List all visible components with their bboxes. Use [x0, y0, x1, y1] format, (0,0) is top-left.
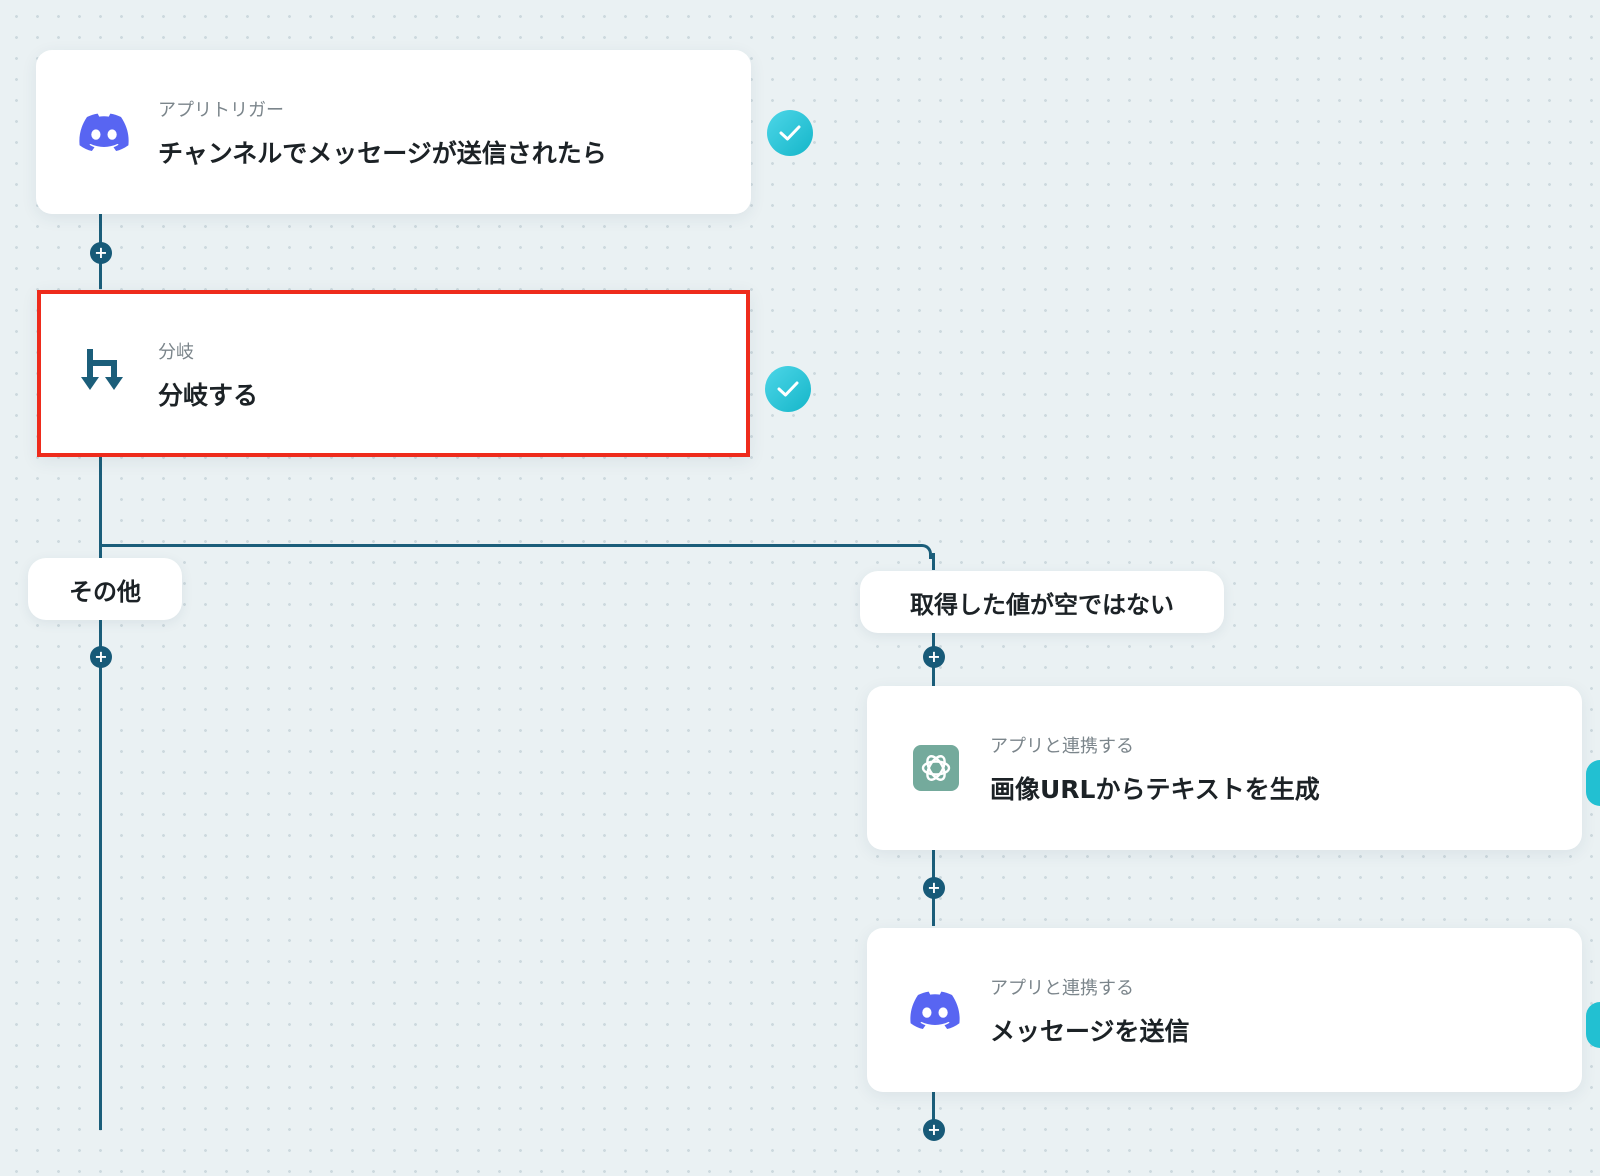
discord-icon: [78, 106, 130, 158]
node-title: 画像URLからテキストを生成: [990, 775, 1320, 804]
add-step-button[interactable]: +: [923, 646, 945, 668]
branch-label-not-empty[interactable]: 取得した値が空ではない: [860, 571, 1224, 633]
node-kind-label: アプリトリガー: [158, 100, 284, 121]
discord-icon: [909, 984, 961, 1036]
status-indicator: [1586, 1002, 1600, 1048]
node-kind-label: アプリと連携する: [990, 978, 1134, 999]
add-step-button[interactable]: +: [90, 646, 112, 668]
connector-line: [99, 455, 102, 1130]
connector-line: [932, 553, 935, 570]
flow-node-discord-send[interactable]: アプリと連携する メッセージを送信: [867, 928, 1582, 1092]
node-kind-label: アプリと連携する: [990, 736, 1134, 757]
branch-label-other[interactable]: その他: [28, 558, 182, 620]
branch-icon: [77, 344, 129, 396]
node-title: チャンネルでメッセージが送信されたら: [158, 139, 607, 168]
node-kind-label: 分岐: [158, 342, 194, 363]
completed-check-icon: [765, 366, 811, 412]
flow-node-openai[interactable]: アプリと連携する 画像URLからテキストを生成: [867, 686, 1582, 850]
openai-icon: [910, 742, 962, 794]
completed-check-icon: [767, 110, 813, 156]
node-title: 分岐する: [158, 381, 259, 410]
flow-canvas: アプリトリガー チャンネルでメッセージが送信されたら + 分岐 分岐する その他…: [0, 0, 1600, 1176]
flow-node-branch[interactable]: 分岐 分岐する: [37, 290, 750, 457]
add-step-button[interactable]: +: [923, 877, 945, 899]
add-step-button[interactable]: +: [90, 242, 112, 264]
add-step-button[interactable]: +: [923, 1119, 945, 1141]
flow-node-trigger[interactable]: アプリトリガー チャンネルでメッセージが送信されたら: [36, 50, 751, 214]
connector-corner: [917, 544, 932, 559]
node-title: メッセージを送信: [990, 1017, 1190, 1046]
connector-line: [99, 544, 921, 547]
status-indicator: [1586, 760, 1600, 806]
